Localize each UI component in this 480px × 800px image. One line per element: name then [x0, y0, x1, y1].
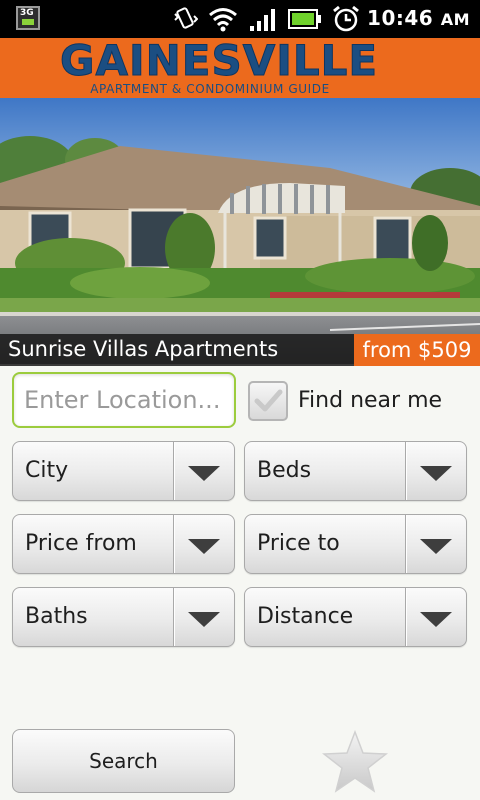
vibrate-icon [174, 7, 198, 29]
price-from-dropdown-label: Price from [25, 531, 137, 556]
chevron-down-icon [188, 612, 220, 627]
apartment-building-image [0, 98, 480, 364]
app-header-banner: GAINESVILLE APARTMENT & CONDOMINIUM GUID… [0, 36, 480, 98]
search-button[interactable]: Search [12, 729, 235, 793]
chevron-down-icon [420, 466, 452, 481]
distance-dropdown[interactable]: Distance [244, 587, 467, 647]
featured-property-price: from $509 [354, 334, 480, 366]
app-title: GAINESVILLE [60, 36, 379, 85]
chevron-down-icon [420, 539, 452, 554]
city-dropdown[interactable]: City [12, 441, 235, 501]
favorites-star-icon[interactable] [322, 730, 388, 794]
network-type-label: 3G [20, 8, 34, 18]
featured-property-name: Sunrise Villas Apartments [8, 337, 279, 361]
price-from-dropdown[interactable]: Price from [12, 514, 235, 574]
checkmark-icon [254, 389, 283, 412]
status-bar: 3G 10:46 AM [0, 0, 480, 38]
clock-ampm: AM [440, 10, 470, 29]
featured-property-photo[interactable] [0, 98, 480, 364]
battery-icon [288, 9, 321, 29]
chevron-down-icon [420, 612, 452, 627]
distance-dropdown-label: Distance [257, 604, 354, 629]
baths-dropdown-label: Baths [25, 604, 88, 629]
network-3g-icon: 3G [16, 6, 40, 30]
alarm-icon [333, 5, 359, 32]
city-dropdown-label: City [25, 458, 69, 483]
beds-dropdown[interactable]: Beds [244, 441, 467, 501]
app-subtitle: APARTMENT & CONDOMINIUM GUIDE [90, 82, 330, 96]
beds-dropdown-label: Beds [257, 458, 312, 483]
status-icons [172, 5, 360, 33]
wifi-icon [209, 8, 237, 32]
baths-dropdown[interactable]: Baths [12, 587, 235, 647]
featured-property-caption[interactable]: Sunrise Villas Apartments from $509 [0, 334, 480, 366]
chevron-down-icon [188, 539, 220, 554]
find-near-me-label[interactable]: Find near me [298, 388, 442, 413]
location-input[interactable] [12, 372, 236, 428]
clock: 10:46 AM [367, 6, 470, 30]
clock-time: 10:46 [367, 6, 434, 30]
app-logo: GAINESVILLE APARTMENT & CONDOMINIUM GUID… [60, 36, 379, 98]
find-near-me-checkbox[interactable] [248, 381, 288, 421]
price-to-dropdown-label: Price to [257, 531, 340, 556]
chevron-down-icon [188, 466, 220, 481]
price-to-dropdown[interactable]: Price to [244, 514, 467, 574]
signal-icon [250, 9, 275, 31]
